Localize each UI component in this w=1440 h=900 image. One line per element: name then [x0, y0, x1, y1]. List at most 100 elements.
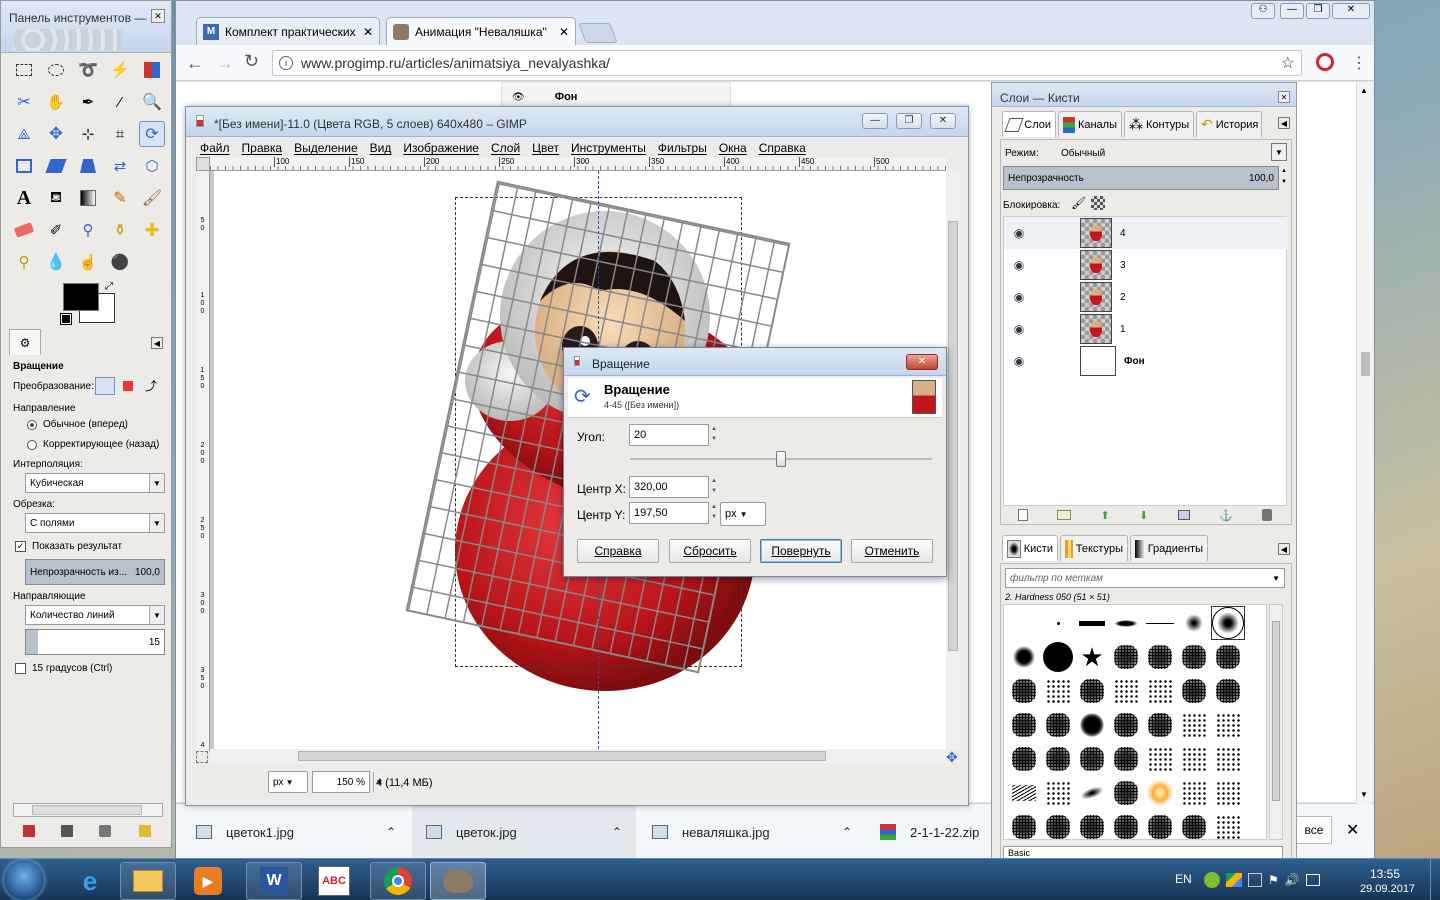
ruler-corner[interactable]	[196, 157, 210, 171]
taskbar-abc[interactable]: ABC	[306, 862, 362, 900]
restore-options-icon[interactable]	[61, 825, 73, 837]
tab-gradients[interactable]: Градиенты	[1130, 535, 1208, 561]
brush-preview[interactable]	[1178, 641, 1210, 673]
horizontal-ruler[interactable]: 100 150 200 250 300 350 400 450 500	[210, 157, 946, 171]
pencil-tool[interactable]: ✎	[107, 185, 133, 211]
cancel-button[interactable]: Отменить	[851, 539, 933, 563]
brush-preview[interactable]	[1144, 743, 1176, 775]
new-layer-group-icon[interactable]	[1057, 510, 1072, 520]
menu-item[interactable]: Фильтры	[658, 141, 707, 155]
help-button[interactable]: Справка	[577, 539, 659, 563]
taskbar-word[interactable]: W	[246, 862, 302, 900]
layer-name[interactable]: Фон	[1124, 356, 1145, 367]
flip-tool[interactable]: ⇄	[107, 153, 133, 179]
raise-layer-icon[interactable]: ⬆	[1101, 509, 1110, 522]
foreground-select-tool[interactable]: ✋	[43, 89, 69, 115]
layer-row[interactable]: ◉ Фон	[1004, 345, 1288, 377]
brush-preview[interactable]	[1110, 607, 1142, 639]
brush-preview[interactable]	[1110, 709, 1142, 741]
guides-count-slider[interactable]: 15	[25, 629, 165, 655]
dodge-burn-tool[interactable]: ⚫	[107, 249, 133, 275]
new-layer-icon[interactable]	[1017, 509, 1028, 521]
tab-patterns[interactable]: Текстуры	[1060, 535, 1128, 561]
menu-item[interactable]: Справка	[759, 141, 806, 155]
bucket-fill-tool[interactable]: ⛾	[43, 185, 69, 211]
ellipse-select-tool[interactable]	[43, 57, 69, 83]
taskbar-ie[interactable]: e	[62, 862, 118, 900]
maximize-button[interactable]: ❐	[1306, 3, 1330, 19]
taskbar-media-player[interactable]: ▶	[180, 862, 236, 900]
brush-preview[interactable]	[1008, 743, 1040, 775]
show-all-downloads-button[interactable]: все	[1296, 816, 1332, 844]
chevron-up-icon[interactable]: ⌃	[842, 825, 852, 839]
snap-15-checkbox[interactable]: 15 градусов (Ctrl)	[15, 663, 112, 674]
brush-preview[interactable]	[1042, 777, 1074, 809]
brush-preview[interactable]	[1042, 811, 1074, 839]
brush-preview[interactable]	[1144, 675, 1176, 707]
eye-icon[interactable]: ◉	[1004, 354, 1034, 368]
layer-row[interactable]: ◉ 3	[1004, 249, 1288, 281]
brush-preview[interactable]	[1110, 641, 1142, 673]
minimize-button[interactable]: —	[862, 113, 888, 129]
brush-preview[interactable]	[1144, 811, 1176, 839]
reset-button[interactable]: Сбросить	[669, 539, 751, 563]
unit-select[interactable]: px ▼	[268, 771, 308, 793]
brush-preview[interactable]	[1076, 777, 1108, 809]
layer-row[interactable]: ◉ 4	[1004, 217, 1288, 249]
center-x-spinbutton[interactable]: 320,00	[629, 476, 709, 498]
chevron-up-icon[interactable]: ⌃	[386, 825, 396, 839]
brush-preview[interactable]	[1042, 709, 1074, 741]
angle-slider-thumb[interactable]	[776, 451, 786, 467]
foreground-color-swatch[interactable]	[63, 283, 99, 311]
tag-filter-input[interactable]: фильтр по меткам ▼	[1005, 568, 1285, 588]
brush-preview[interactable]	[1178, 607, 1210, 639]
heal-tool[interactable]: ✚	[139, 217, 165, 243]
save-options-icon[interactable]	[23, 825, 35, 837]
measure-tool[interactable]: ⟁	[11, 121, 37, 147]
direction-normal-radio[interactable]: Обычное (вперед)	[27, 419, 128, 430]
start-button[interactable]	[4, 860, 44, 900]
new-tab-button[interactable]	[578, 23, 618, 43]
menu-item[interactable]: Изображение	[403, 141, 479, 155]
center-y-spinbutton[interactable]: 197,50	[629, 502, 709, 524]
brush-preview[interactable]	[1212, 743, 1244, 775]
brush-preview[interactable]	[1110, 675, 1142, 707]
center-y-stepper[interactable]: ▲ ▼	[709, 502, 719, 524]
brush-preview[interactable]	[1144, 709, 1176, 741]
interpolation-select[interactable]: Кубическая ▼	[25, 473, 165, 493]
lower-layer-icon[interactable]: ⬇	[1139, 509, 1148, 522]
tab-paths[interactable]: ⁂ Контуры	[1124, 111, 1194, 137]
lock-pixels-icon[interactable]: 🖌	[1071, 196, 1086, 210]
layer-row[interactable]: ◉ 2	[1004, 281, 1288, 313]
paintbrush-tool[interactable]: 🖌	[139, 185, 165, 211]
brush-preview[interactable]	[1008, 709, 1040, 741]
brush-preview[interactable]	[1110, 777, 1142, 809]
back-arrow-icon[interactable]: ←	[186, 53, 204, 74]
angle-spinbutton[interactable]: 20	[629, 424, 709, 446]
swap-colors-icon[interactable]: ⤢	[105, 281, 113, 292]
eye-icon[interactable]: ◉	[1004, 226, 1034, 240]
eye-icon[interactable]: ◉	[1004, 322, 1034, 336]
duplicate-layer-icon[interactable]	[1177, 510, 1190, 520]
maximize-button[interactable]: ❐	[896, 113, 922, 129]
brush-preview[interactable]	[1212, 709, 1244, 741]
scissors-tool[interactable]: ✂	[11, 89, 37, 115]
close-icon[interactable]: ✕	[1278, 91, 1290, 103]
opacity-stepper[interactable]: ▲ ▼	[1281, 166, 1289, 190]
transform-layer-button[interactable]	[95, 377, 115, 395]
close-icon[interactable]: ✕	[151, 9, 165, 23]
menu-item[interactable]: Выделение	[294, 141, 358, 155]
color-select-tool[interactable]	[139, 57, 165, 83]
fuzzy-select-tool[interactable]: ⚡	[107, 57, 133, 83]
taskbar-explorer[interactable]	[120, 862, 176, 900]
brush-preview[interactable]	[1042, 641, 1074, 673]
tab-brushes[interactable]: Кисти	[1002, 535, 1058, 561]
clone-tool[interactable]: ⚱	[107, 217, 133, 243]
delete-layer-icon[interactable]	[1262, 509, 1273, 521]
brush-preview[interactable]	[1076, 607, 1108, 639]
brush-preview[interactable]	[1110, 811, 1142, 839]
brush-preview[interactable]	[1178, 675, 1210, 707]
download-item[interactable]: неваляшка.jpg ⌃	[652, 804, 852, 860]
transform-path-button[interactable]: ⤴	[145, 377, 157, 394]
eraser-tool[interactable]	[11, 217, 37, 243]
